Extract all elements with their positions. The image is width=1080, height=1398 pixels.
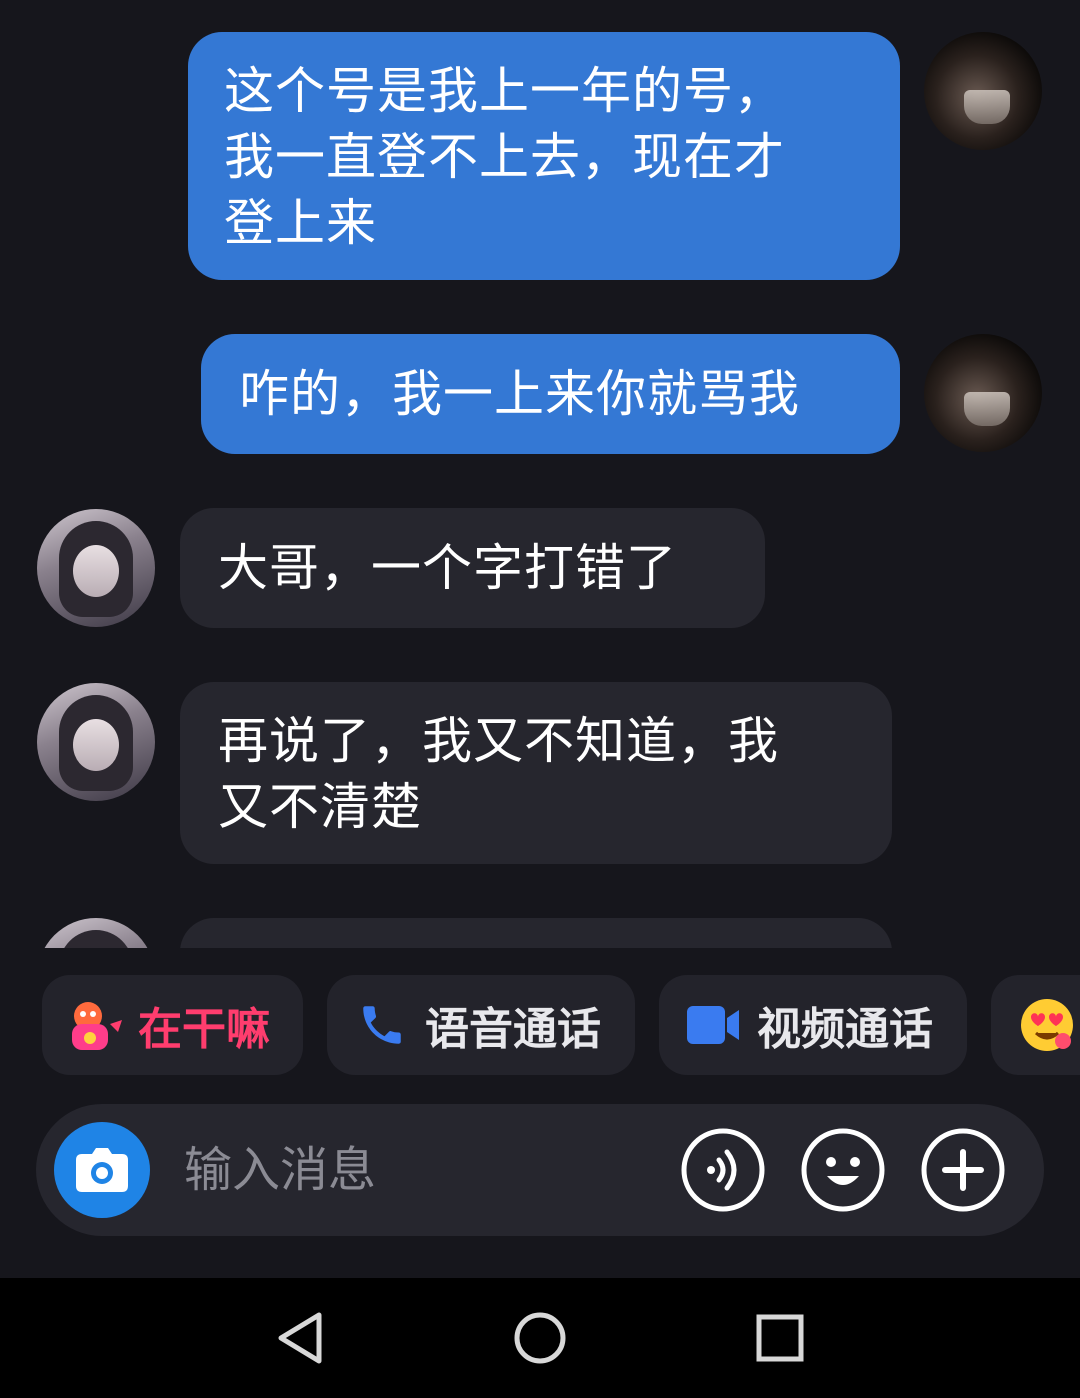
back-button[interactable] xyxy=(270,1308,330,1368)
recents-square-icon xyxy=(756,1314,804,1362)
message-line: 登上来 xyxy=(224,194,377,252)
quick-action-label: 在干嘛 xyxy=(138,1004,270,1055)
emoji-sticker-icon xyxy=(64,994,126,1056)
quick-action-what-are-you-doing[interactable]: 在干嘛 xyxy=(42,975,303,1075)
camera-icon xyxy=(76,1148,128,1192)
home-circle-icon xyxy=(514,1312,566,1364)
message-line: 咋的，我一上来你就骂我 xyxy=(239,365,800,423)
camera-button[interactable] xyxy=(54,1122,150,1218)
outgoing-message[interactable]: 这个号是我上一年的号， 我一直登不上去，现在才 登上来 xyxy=(188,32,900,280)
phone-icon xyxy=(357,1000,407,1050)
more-button[interactable] xyxy=(921,1128,1005,1212)
message-line: 这个号是我上一年的号， xyxy=(224,62,785,120)
emoji-button[interactable] xyxy=(801,1128,885,1212)
incoming-message[interactable]: 再说了，我又不知道，我 又不清楚 xyxy=(180,682,892,864)
home-button[interactable] xyxy=(510,1308,570,1368)
smiley-icon xyxy=(801,1128,885,1212)
message-input[interactable]: 输入消息 xyxy=(184,1140,376,1200)
quick-action-label: 视频通话 xyxy=(757,1004,933,1055)
heart-eyes-emoji-icon xyxy=(1019,997,1075,1053)
contact-avatar[interactable] xyxy=(37,509,155,627)
message-line: 大哥，一个字打错了 xyxy=(218,539,677,597)
message-line: 又不清楚 xyxy=(218,778,422,836)
outgoing-message[interactable]: 咋的，我一上来你就骂我 xyxy=(201,334,900,454)
message-input-placeholder: 输入消息 xyxy=(184,1142,377,1198)
quick-action-voice-call[interactable]: 语音通话 xyxy=(327,975,635,1075)
quick-action-video-call[interactable]: 视频通话 xyxy=(659,975,967,1075)
incoming-message[interactable]: 大哥，一个字打错了 xyxy=(180,508,765,628)
my-avatar[interactable] xyxy=(924,334,1042,452)
plus-icon xyxy=(921,1128,1005,1212)
quick-action-heart-eyes[interactable] xyxy=(991,975,1080,1075)
message-line: 我一直登不上去，现在才 xyxy=(224,128,785,186)
contact-avatar[interactable] xyxy=(37,918,155,948)
system-navigation-bar xyxy=(0,1278,1080,1398)
voice-icon xyxy=(681,1128,765,1212)
message-line: 再说了，我又不知道，我 xyxy=(218,712,779,770)
my-avatar[interactable] xyxy=(924,32,1042,150)
recents-button[interactable] xyxy=(750,1308,810,1368)
voice-button[interactable] xyxy=(681,1128,765,1212)
clipped-message-area xyxy=(0,900,1080,948)
message-composer: 输入消息 xyxy=(36,1104,1044,1236)
quick-action-label: 语音通话 xyxy=(425,1004,601,1055)
contact-avatar[interactable] xyxy=(37,683,155,801)
video-camera-icon xyxy=(685,1000,741,1050)
incoming-message[interactable] xyxy=(180,918,892,948)
back-triangle-icon xyxy=(278,1312,322,1364)
